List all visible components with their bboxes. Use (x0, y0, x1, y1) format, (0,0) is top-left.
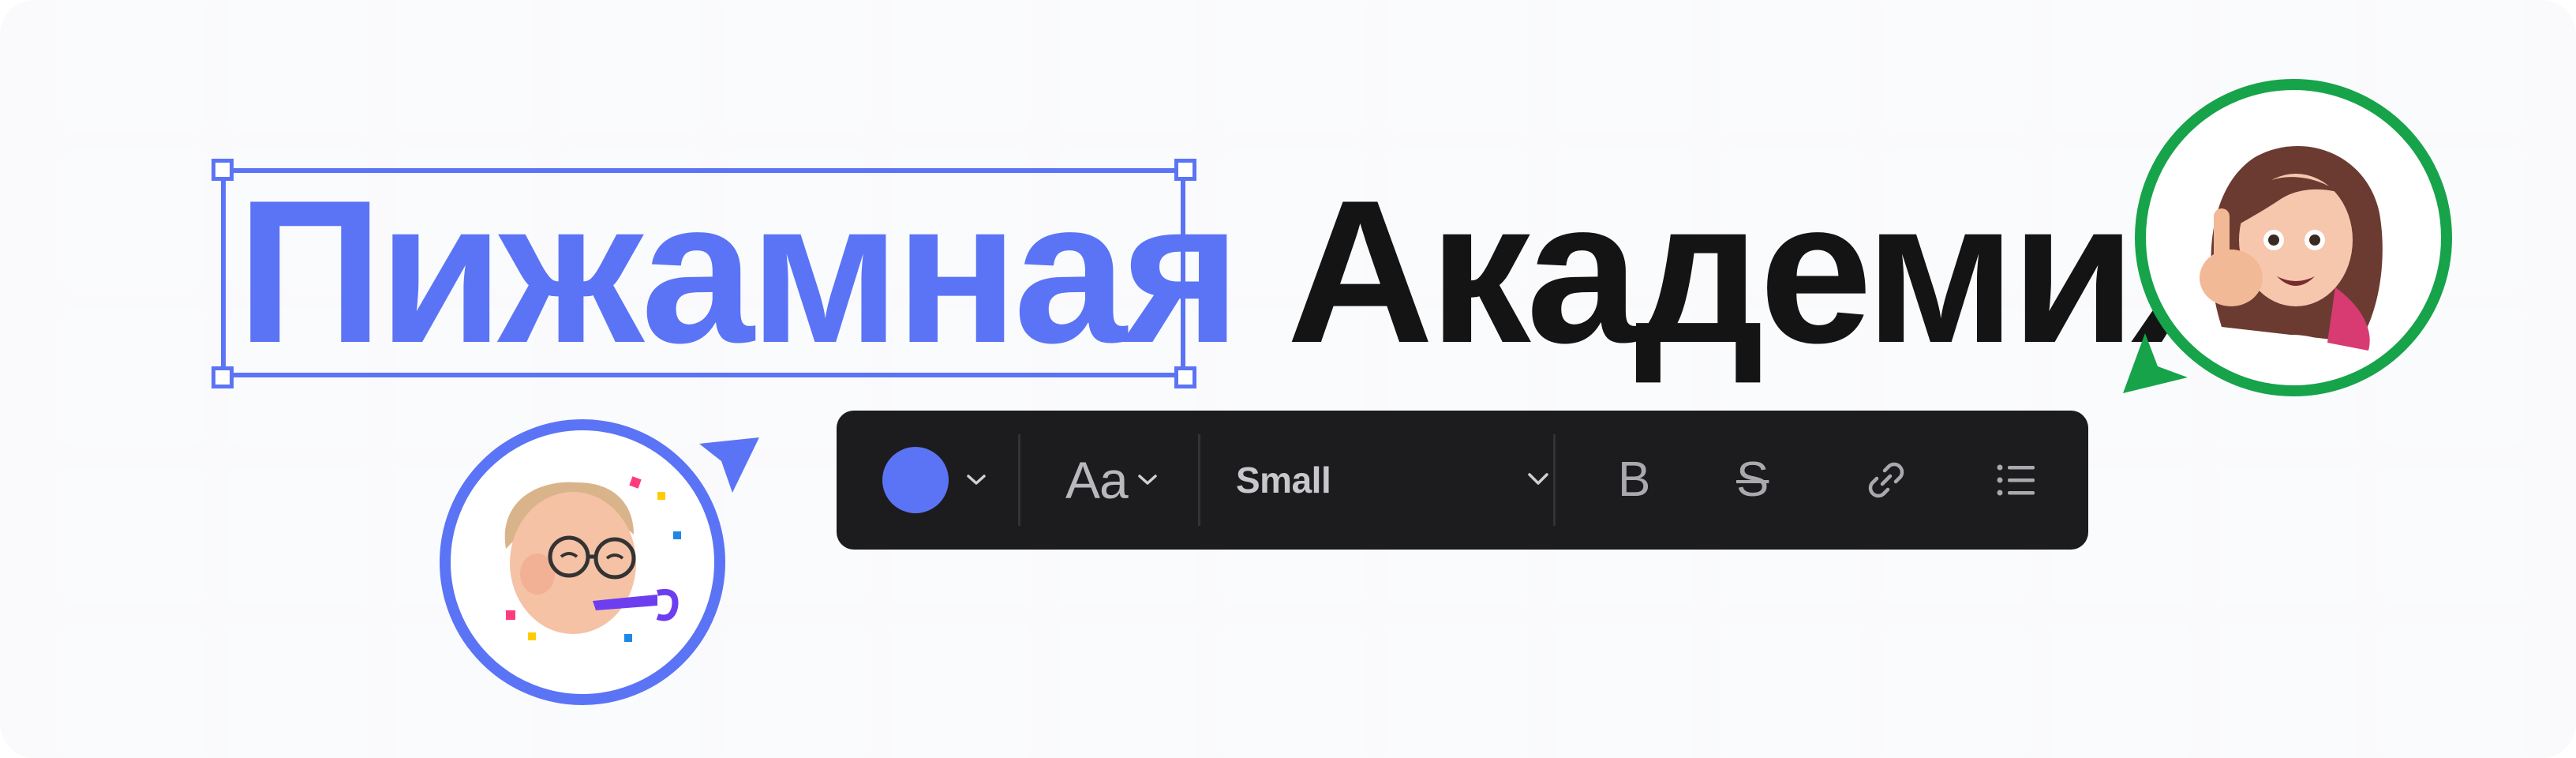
grid-cell (1058, 624, 1196, 758)
grid-cell (63, 466, 202, 605)
strikethrough-button[interactable]: S (1736, 411, 1769, 550)
link-button[interactable] (1863, 411, 1910, 550)
grid-cell (1720, 624, 1859, 758)
text-format-toolbar: Aa Small B S (837, 411, 2088, 550)
green-cursor-icon (2123, 333, 2188, 393)
chevron-down-icon (967, 475, 986, 485)
grid-cell (1389, 0, 1528, 131)
bold-label: B (1618, 452, 1651, 507)
grid-cell (1555, 0, 1694, 131)
grid-cell (2383, 624, 2522, 758)
bold-button[interactable]: B (1618, 411, 1650, 550)
selection-handle-top-left[interactable] (212, 159, 234, 181)
color-picker-button[interactable] (882, 411, 988, 550)
toolbar-divider (1553, 434, 1556, 526)
grid-cell (1223, 0, 1362, 131)
color-swatch (882, 447, 949, 513)
grid-cell (63, 308, 202, 447)
grid-cell (1389, 624, 1528, 758)
grid-cell (229, 624, 368, 758)
strikethrough-label: S (1736, 452, 1769, 507)
grid-cell (2218, 624, 2357, 758)
grid-cell (1886, 624, 2025, 758)
grid-cell (2052, 624, 2191, 758)
memoji-boy-icon (504, 476, 681, 642)
grid-cell (892, 0, 1031, 131)
bullet-list-icon (1997, 464, 2035, 496)
font-size-value: Small (1236, 460, 1331, 501)
grid-cell (726, 624, 865, 758)
grid-cell (560, 0, 699, 131)
grid-cell (1886, 0, 2025, 131)
grid-cell (1058, 0, 1196, 131)
boy-memoji-avatar[interactable] (440, 419, 725, 705)
toolbar-divider (1018, 434, 1020, 526)
grid-cell (892, 624, 1031, 758)
grid-cell (2383, 466, 2522, 605)
selection-handle-bottom-left[interactable] (212, 366, 234, 388)
grid-cell (63, 624, 202, 758)
chevron-down-icon (1528, 473, 1548, 485)
bullet-list-button[interactable] (1992, 411, 2039, 550)
selected-title-word[interactable]: Пижамная (237, 170, 1241, 373)
font-size-select[interactable]: Small (1236, 411, 1552, 550)
board-canvas: Пижамная Академия Aa Small B S (0, 0, 2576, 758)
link-icon (1868, 462, 1904, 498)
toolbar-divider (1198, 434, 1200, 526)
grid-cell (395, 0, 534, 131)
grid-cell (63, 0, 202, 131)
grid-cell (63, 150, 202, 289)
chevron-down-icon (1137, 475, 1157, 485)
grid-cell (1720, 0, 1859, 131)
font-picker-button[interactable]: Aa (1065, 411, 1159, 550)
grid-cell (2218, 466, 2357, 605)
grid-cell (726, 0, 865, 131)
grid-cell (1555, 624, 1694, 758)
grid-cell (229, 0, 368, 131)
grid-cell (1223, 624, 1362, 758)
title-word[interactable]: Академия (1286, 170, 2250, 373)
page-title: Пижамная Академия (237, 170, 2250, 373)
grid-cell (229, 466, 368, 605)
blue-cursor-icon (699, 437, 759, 493)
font-label: Aa (1065, 451, 1129, 509)
